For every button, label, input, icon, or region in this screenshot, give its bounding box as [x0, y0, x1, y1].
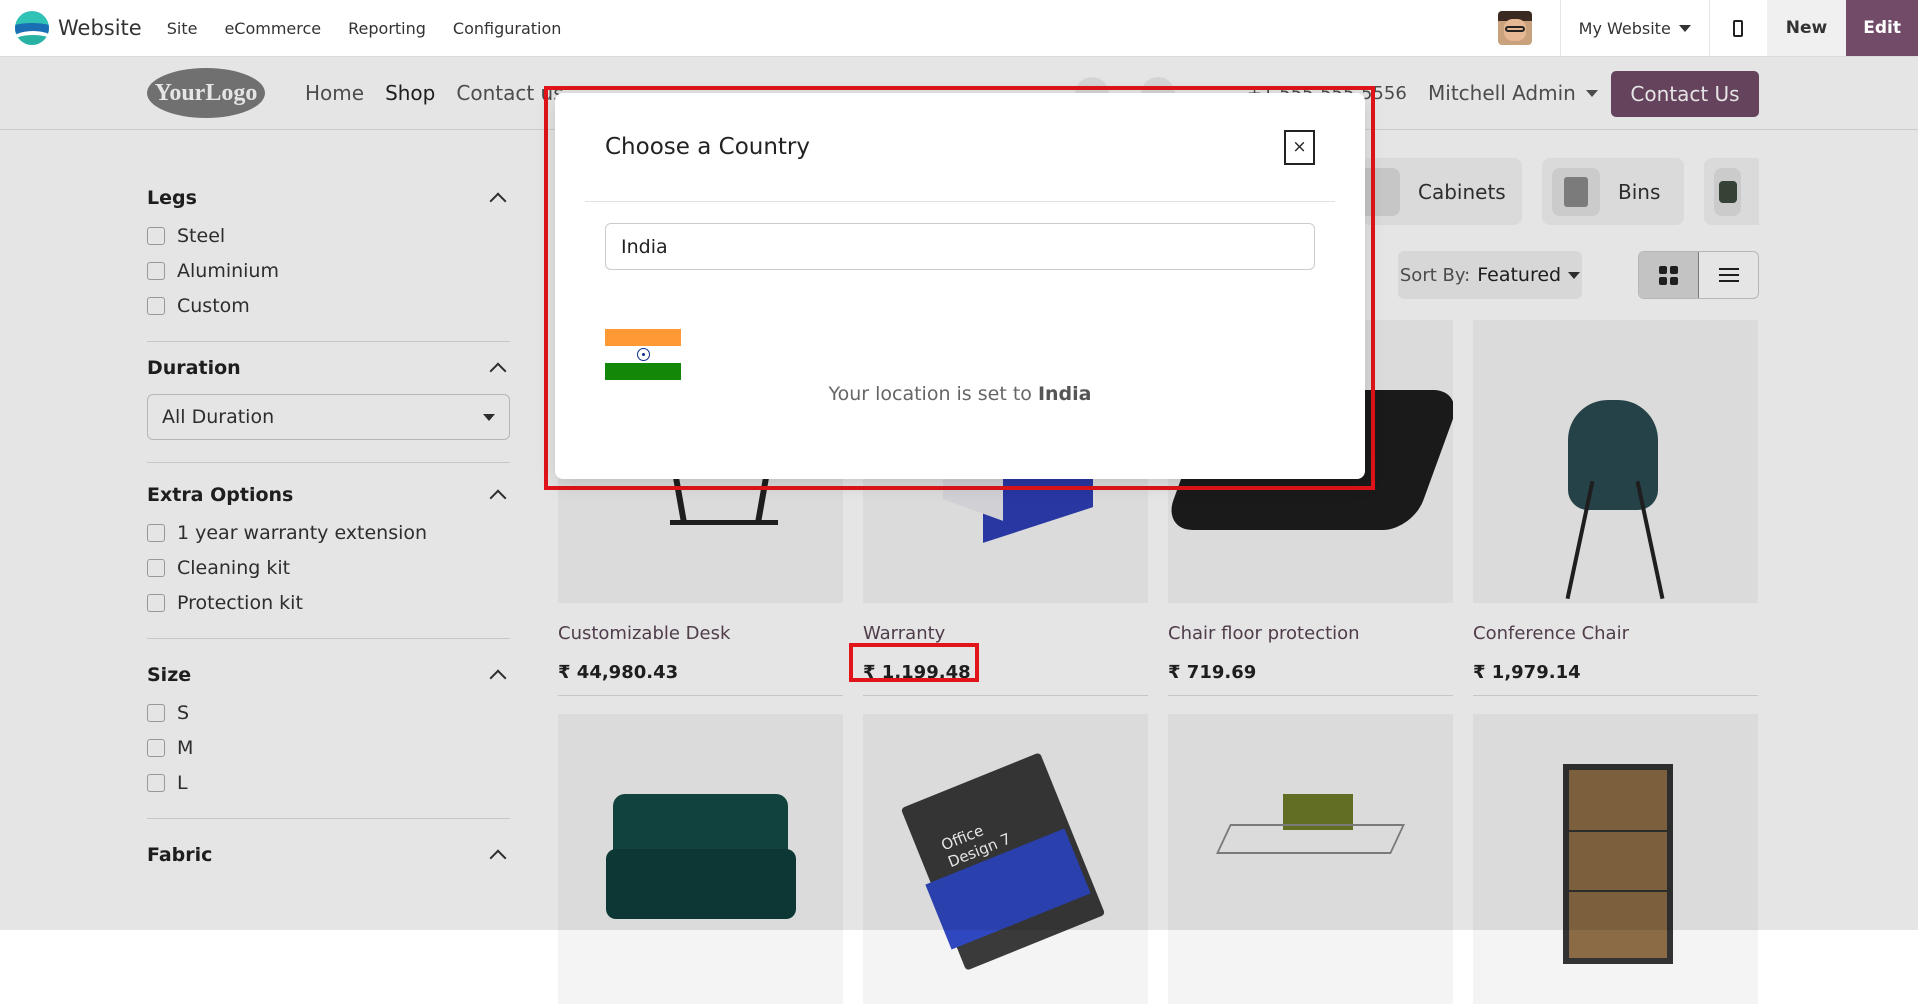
app-brand[interactable]: Website [15, 11, 142, 45]
country-search-input[interactable] [605, 223, 1315, 270]
admin-menu: Site eCommerce Reporting Configuration [167, 19, 562, 38]
new-button[interactable]: New [1766, 0, 1847, 56]
website-selector-label: My Website [1578, 18, 1671, 38]
mobile-phone-icon [1733, 19, 1744, 37]
user-avatar[interactable] [1497, 11, 1532, 45]
website-selector[interactable]: My Website [1559, 0, 1709, 56]
choose-country-dialog: Choose a Country × Your location is set … [555, 93, 1365, 479]
menu-configuration[interactable]: Configuration [453, 19, 562, 38]
location-country: India [1037, 383, 1092, 405]
menu-reporting[interactable]: Reporting [348, 19, 426, 38]
location-message-prefix: Your location is set to [828, 383, 1032, 405]
app-name: Website [58, 16, 142, 40]
highlight-box-price [849, 643, 979, 682]
menu-site[interactable]: Site [167, 19, 198, 38]
mobile-preview-button[interactable] [1708, 0, 1767, 56]
dialog-header: Choose a Country × [585, 93, 1335, 202]
close-icon[interactable]: × [1284, 129, 1315, 165]
admin-navbar: Website Site eCommerce Reporting Configu… [0, 0, 1918, 57]
location-message: Your location is set to India [555, 383, 1365, 405]
dialog-title: Choose a Country [605, 134, 811, 160]
odoo-website-icon [15, 11, 49, 45]
edit-button[interactable]: Edit [1846, 0, 1918, 56]
menu-ecommerce[interactable]: eCommerce [224, 19, 321, 38]
india-flag-icon [605, 329, 681, 380]
caret-down-icon [1678, 24, 1691, 32]
